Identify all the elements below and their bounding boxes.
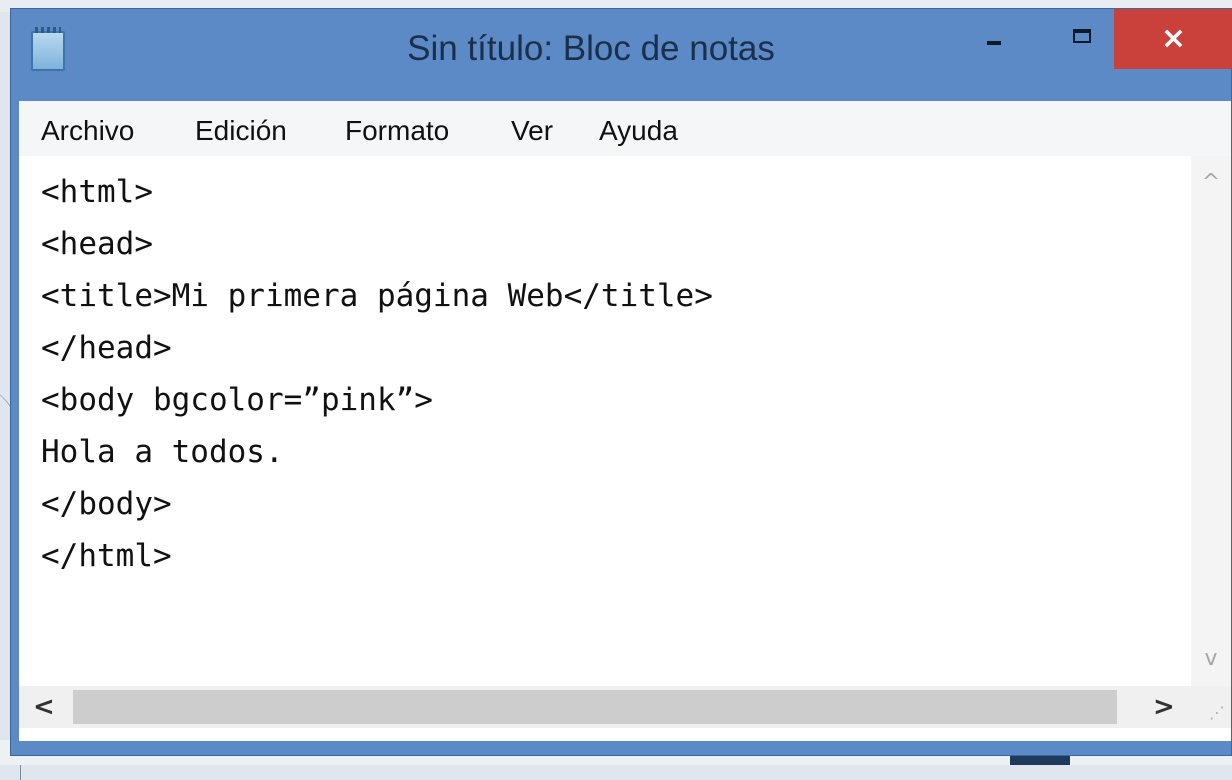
scroll-up-icon[interactable]: ^	[1191, 170, 1231, 195]
text-line: </html>	[41, 538, 172, 574]
resize-grip[interactable]: ⋰	[1191, 686, 1231, 728]
text-line: </body>	[41, 486, 172, 522]
menu-ayuda[interactable]: Ayuda	[599, 115, 678, 147]
text-line: Hola a todos.	[41, 434, 284, 470]
scroll-right-icon[interactable]: >	[1153, 692, 1175, 722]
scroll-down-icon[interactable]: v	[1191, 646, 1231, 671]
scroll-left-icon[interactable]: <	[33, 692, 55, 722]
menu-formato[interactable]: Formato	[345, 115, 449, 147]
menu-ver[interactable]: Ver	[511, 115, 553, 147]
maximize-icon	[1073, 29, 1091, 43]
minimize-icon	[987, 41, 1001, 45]
vertical-scrollbar[interactable]: ^ v	[1191, 156, 1231, 686]
close-icon: ×	[1160, 21, 1187, 56]
text-editor-area[interactable]: <html> <head> <title>Mi primera página W…	[19, 156, 1231, 741]
text-line: <html>	[41, 174, 153, 210]
close-button[interactable]: ×	[1114, 9, 1232, 69]
text-line: <head>	[41, 226, 153, 262]
menu-edicion[interactable]: Edición	[195, 115, 287, 147]
text-line: <body bgcolor=”pink”>	[41, 382, 433, 418]
notepad-window: Sin título: Bloc de notas × Archivo Edic…	[10, 8, 1232, 756]
resize-grip-icon: ⋰	[1209, 703, 1225, 722]
minimize-button[interactable]	[969, 9, 1019, 69]
menu-bar: Archivo Edición Formato Ver Ayuda	[19, 101, 1231, 157]
title-bar[interactable]: Sin título: Bloc de notas ×	[11, 9, 1232, 101]
maximize-button[interactable]	[1051, 9, 1113, 69]
window-title: Sin título: Bloc de notas	[407, 29, 775, 68]
menu-archivo[interactable]: Archivo	[41, 115, 134, 147]
text-line: </head>	[41, 330, 172, 366]
horizontal-scrollbar[interactable]: < >	[19, 686, 1191, 728]
horizontal-scroll-thumb[interactable]	[73, 690, 1117, 724]
text-line: <title>Mi primera página Web</title>	[41, 278, 713, 314]
